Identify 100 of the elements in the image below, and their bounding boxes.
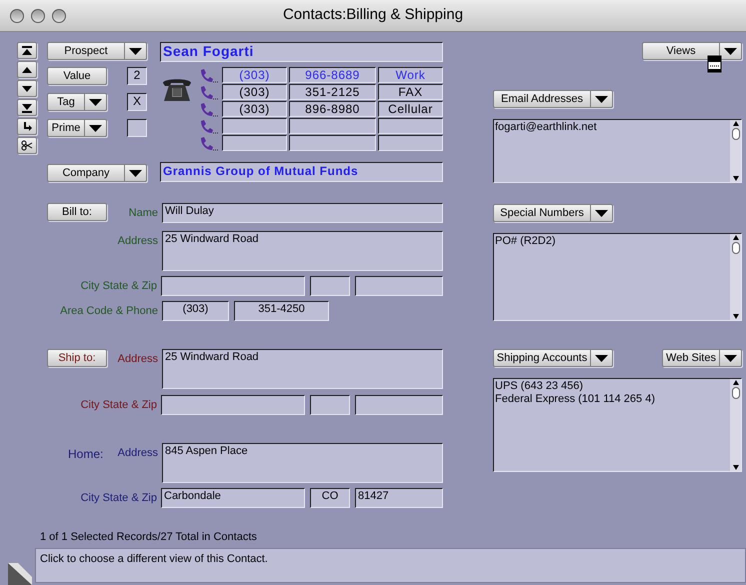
address-field[interactable]: 845 Aspen Place bbox=[162, 443, 443, 483]
field-label: Address bbox=[118, 234, 158, 249]
name-field[interactable]: Will Dulay bbox=[162, 203, 443, 223]
return-arrow-icon bbox=[21, 120, 33, 132]
phone-field[interactable]: 351-4250 bbox=[234, 301, 329, 321]
prime-field[interactable] bbox=[127, 119, 147, 137]
handset-icon bbox=[198, 68, 218, 82]
field-label: Address bbox=[118, 446, 158, 461]
list-item[interactable]: fogarti@earthlink.net bbox=[495, 121, 730, 134]
phone-number-field[interactable]: 896-8980 bbox=[289, 101, 376, 117]
list-dropdown[interactable]: Web Sites bbox=[662, 349, 742, 367]
city-field[interactable] bbox=[161, 276, 305, 296]
city-field[interactable] bbox=[161, 395, 305, 415]
bill-to-button[interactable]: Bill to: bbox=[47, 203, 107, 221]
address-field[interactable]: 25 Windward Road bbox=[162, 231, 443, 271]
zip-field[interactable] bbox=[355, 276, 443, 296]
handset-icon bbox=[198, 102, 218, 116]
value-button[interactable]: Value bbox=[47, 67, 107, 85]
section-heading: Home: bbox=[68, 446, 104, 463]
scrollbar[interactable] bbox=[730, 120, 741, 182]
cursor-icon bbox=[707, 55, 723, 73]
list-dropdown[interactable]: Email Addresses bbox=[493, 90, 613, 108]
caret-icon bbox=[724, 48, 737, 54]
state-field[interactable] bbox=[310, 395, 350, 415]
phone-number-field[interactable]: 966-8689 bbox=[289, 67, 376, 83]
caret-icon bbox=[89, 124, 102, 132]
tag-field[interactable]: X bbox=[127, 93, 147, 111]
tag-dropdown[interactable]: Tag bbox=[47, 93, 107, 111]
first-record-button[interactable] bbox=[17, 42, 37, 59]
field-label: City State & Zip bbox=[80, 491, 157, 506]
phone-label-field[interactable]: Cellular bbox=[378, 101, 443, 117]
scroll-thumb[interactable] bbox=[732, 128, 740, 140]
phone-number-field[interactable] bbox=[289, 135, 376, 151]
scrollbar[interactable] bbox=[730, 379, 741, 471]
zip-field[interactable] bbox=[355, 395, 443, 415]
company-field[interactable]: Grannis Group of Mutual Funds bbox=[160, 162, 443, 182]
scroll-down-icon bbox=[732, 314, 738, 319]
caret-icon bbox=[595, 210, 608, 216]
views-dropdown[interactable]: Views bbox=[642, 42, 742, 60]
field-label: Address bbox=[118, 352, 158, 367]
scroll-down-icon bbox=[732, 176, 738, 181]
category-dropdown[interactable]: Prospect bbox=[47, 42, 147, 60]
city-field[interactable]: Carbondale bbox=[161, 488, 305, 508]
previous-record-button[interactable] bbox=[17, 61, 37, 78]
area-code-field[interactable]: (303) bbox=[162, 301, 229, 321]
scroll-thumb[interactable] bbox=[732, 387, 740, 399]
name-field[interactable]: Sean Fogarti bbox=[160, 42, 443, 62]
field-label: Area Code & Phone bbox=[60, 304, 158, 319]
zip-field[interactable]: 81427 bbox=[355, 488, 443, 508]
area-code-field[interactable]: (303) bbox=[222, 84, 287, 100]
list-item[interactable]: UPS (643 23 456) bbox=[495, 380, 730, 393]
company-dropdown[interactable]: Company bbox=[47, 164, 147, 182]
return-button[interactable] bbox=[17, 118, 37, 135]
list-box[interactable]: UPS (643 23 456) Federal Express (101 114 265 4) bbox=[493, 378, 742, 472]
scrollbar[interactable] bbox=[730, 234, 741, 320]
field-label: City State & Zip bbox=[80, 279, 157, 294]
address-field[interactable]: 25 Windward Road bbox=[162, 349, 443, 389]
list-box[interactable]: fogarti@earthlink.net bbox=[493, 119, 742, 183]
clip-button[interactable] bbox=[17, 137, 37, 154]
prime-dropdown[interactable]: Prime bbox=[47, 119, 107, 137]
window-title: Contacts:Billing & Shipping bbox=[282, 5, 464, 26]
scroll-thumb[interactable] bbox=[732, 242, 740, 254]
value-field[interactable]: 2 bbox=[127, 67, 147, 85]
phone-label-field[interactable]: Work bbox=[378, 67, 443, 83]
list-dropdown[interactable]: Special Numbers bbox=[493, 204, 613, 222]
list-box[interactable]: PO# (R2D2) bbox=[493, 233, 742, 321]
caret-icon bbox=[724, 354, 737, 362]
list-item[interactable]: Federal Express (101 114 265 4) bbox=[495, 393, 730, 406]
area-code-field[interactable] bbox=[222, 118, 287, 134]
last-record-button[interactable] bbox=[17, 99, 37, 116]
handset-icon bbox=[198, 118, 218, 134]
phone-label-field[interactable] bbox=[378, 135, 443, 151]
minimize-button[interactable] bbox=[31, 9, 45, 23]
record-count: 1 of 1 Selected Records/27 Total in Contacts bbox=[40, 531, 257, 544]
phone-label-field[interactable] bbox=[378, 118, 443, 134]
state-field[interactable] bbox=[310, 276, 350, 296]
page-curl-icon bbox=[8, 563, 32, 585]
scissors-icon bbox=[21, 140, 33, 152]
scroll-down-icon bbox=[732, 465, 738, 470]
handset-icon bbox=[198, 136, 218, 150]
scroll-up-icon bbox=[732, 380, 738, 385]
state-field[interactable]: CO bbox=[310, 488, 350, 508]
caret-icon bbox=[595, 354, 608, 362]
phone-number-field[interactable] bbox=[289, 118, 376, 134]
phone-number-field[interactable]: 351-2125 bbox=[289, 84, 376, 100]
area-code-field[interactable] bbox=[222, 135, 287, 151]
close-button[interactable] bbox=[10, 9, 24, 23]
area-code-field[interactable]: (303) bbox=[222, 101, 287, 117]
list-item[interactable]: PO# (R2D2) bbox=[495, 235, 730, 248]
phone-label-field[interactable]: FAX bbox=[378, 84, 443, 100]
ship-to-button[interactable]: Ship to: bbox=[47, 349, 107, 367]
next-record-button[interactable] bbox=[17, 80, 37, 97]
message-box: Click to choose a different view of this Contact. bbox=[35, 548, 746, 583]
triangle-bar-down-icon bbox=[21, 102, 33, 114]
zoom-button[interactable] bbox=[52, 9, 66, 23]
scroll-up-icon bbox=[732, 121, 738, 126]
list-dropdown[interactable]: Shipping Accounts bbox=[493, 349, 613, 367]
caret-icon bbox=[89, 98, 102, 106]
caret-icon bbox=[129, 170, 142, 176]
area-code-field[interactable]: (303) bbox=[222, 67, 287, 83]
